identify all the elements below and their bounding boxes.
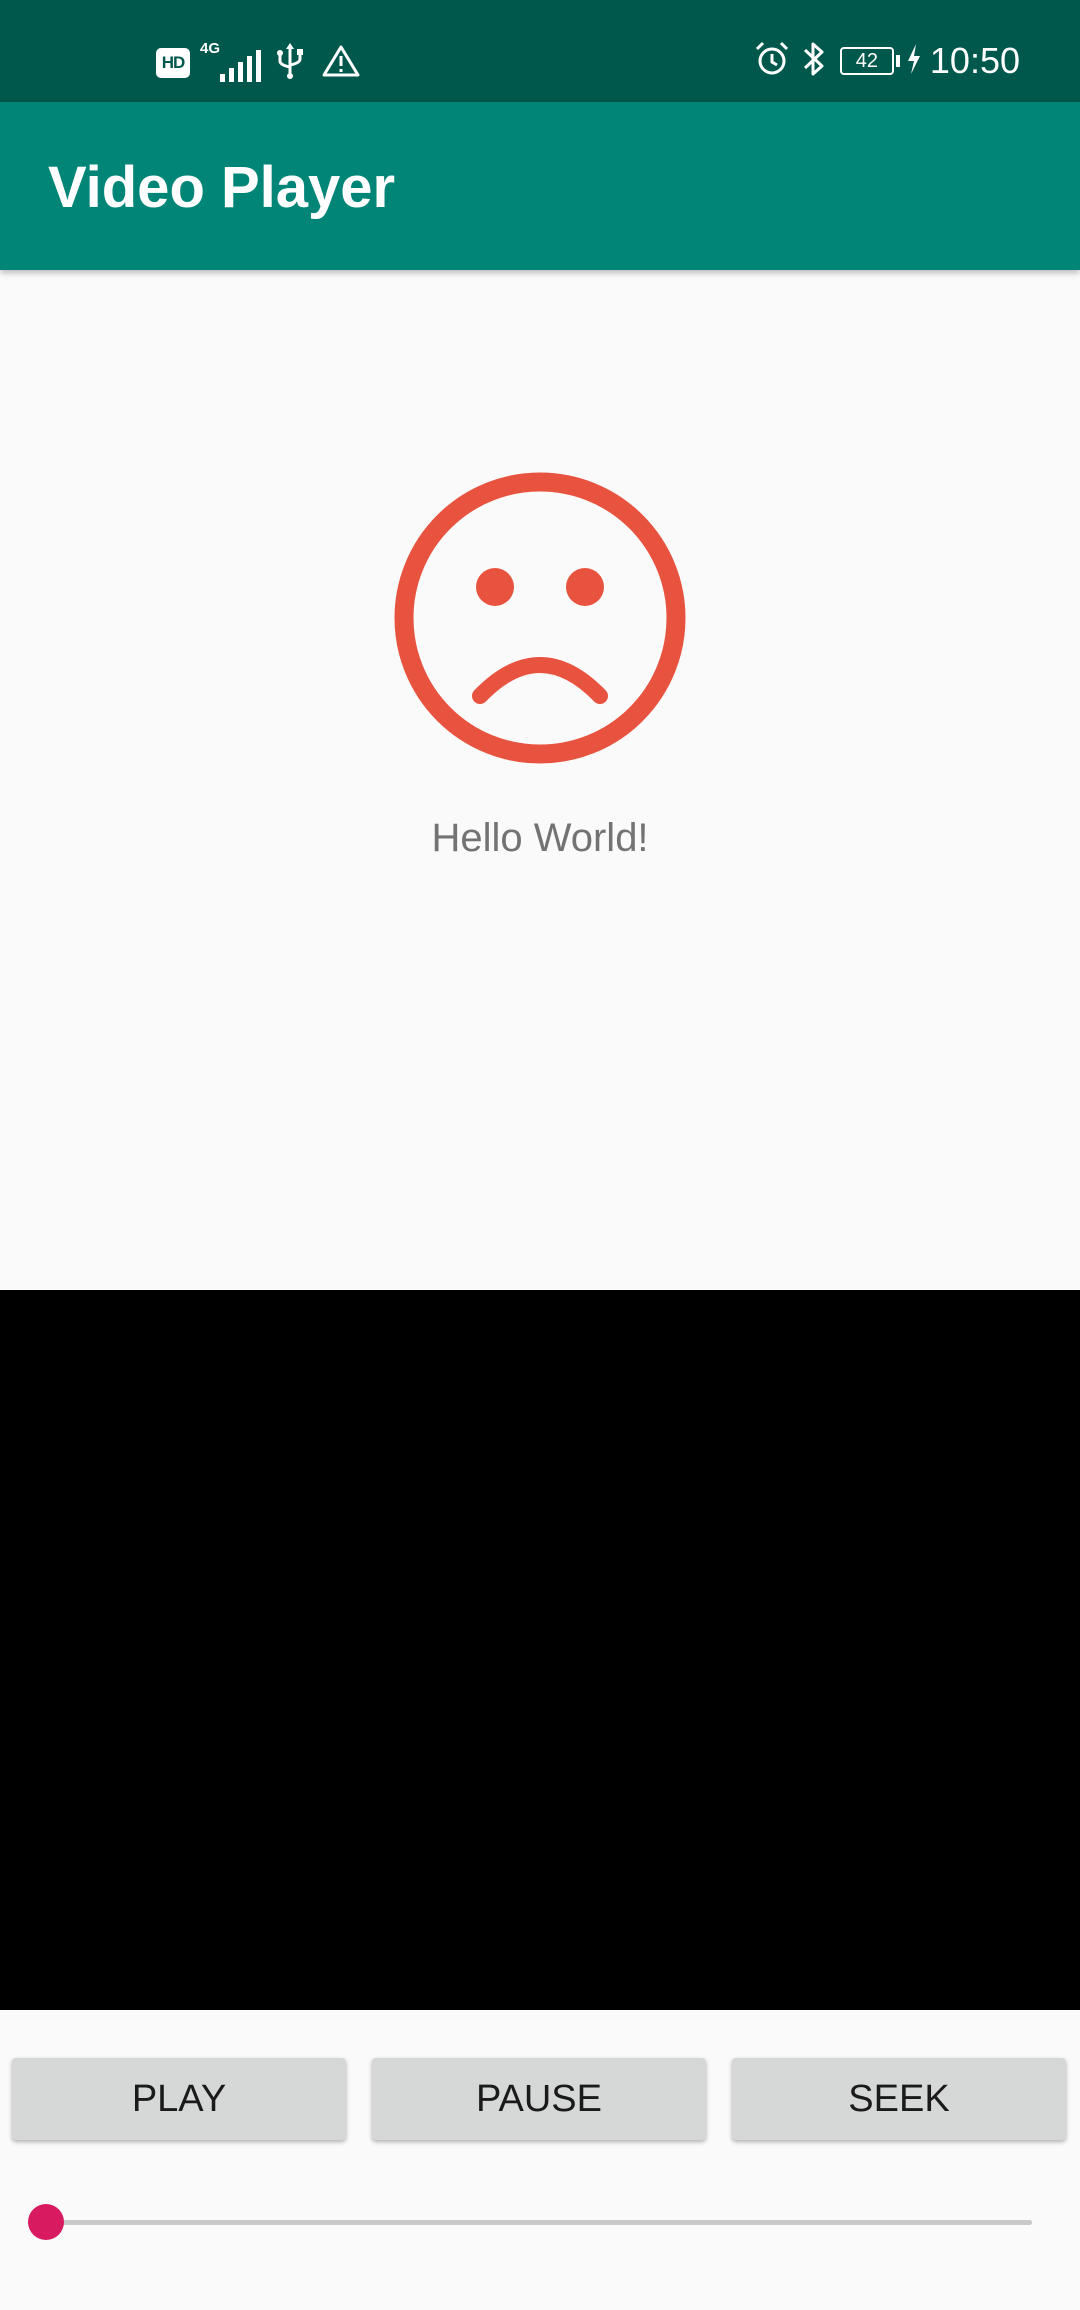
sad-face-icon (392, 470, 688, 766)
pause-button[interactable]: PAUSE (372, 2058, 706, 2140)
bluetooth-icon (802, 40, 826, 83)
app-title: Video Player (48, 155, 396, 220)
charging-icon (906, 43, 922, 79)
hello-message: Hello World! (431, 816, 649, 860)
seek-button[interactable]: SEEK (732, 2058, 1066, 2140)
battery-tip (895, 55, 900, 67)
play-button[interactable]: PLAY (12, 2058, 346, 2140)
status-right-icons: 42 10:50 (754, 36, 1020, 86)
seek-bar-track[interactable] (48, 2220, 1032, 2225)
hd-icon: HD (156, 48, 190, 78)
battery-icon: 42 (839, 47, 894, 75)
status-bar: HD 4G 42 10:50 (0, 0, 1080, 102)
signal-icon: 4G (200, 40, 261, 82)
alarm-icon (754, 41, 790, 82)
network-type-label: 4G (200, 40, 221, 57)
seek-bar-thumb[interactable] (28, 2204, 64, 2240)
seek-bar[interactable] (28, 2200, 1032, 2244)
warning-icon (322, 44, 360, 83)
video-view[interactable] (0, 1290, 1080, 2010)
status-left-icons: HD 4G (156, 40, 378, 86)
status-time: 10:50 (929, 40, 1020, 81)
usb-icon (276, 42, 304, 84)
app-bar: Video Player (0, 102, 1080, 270)
